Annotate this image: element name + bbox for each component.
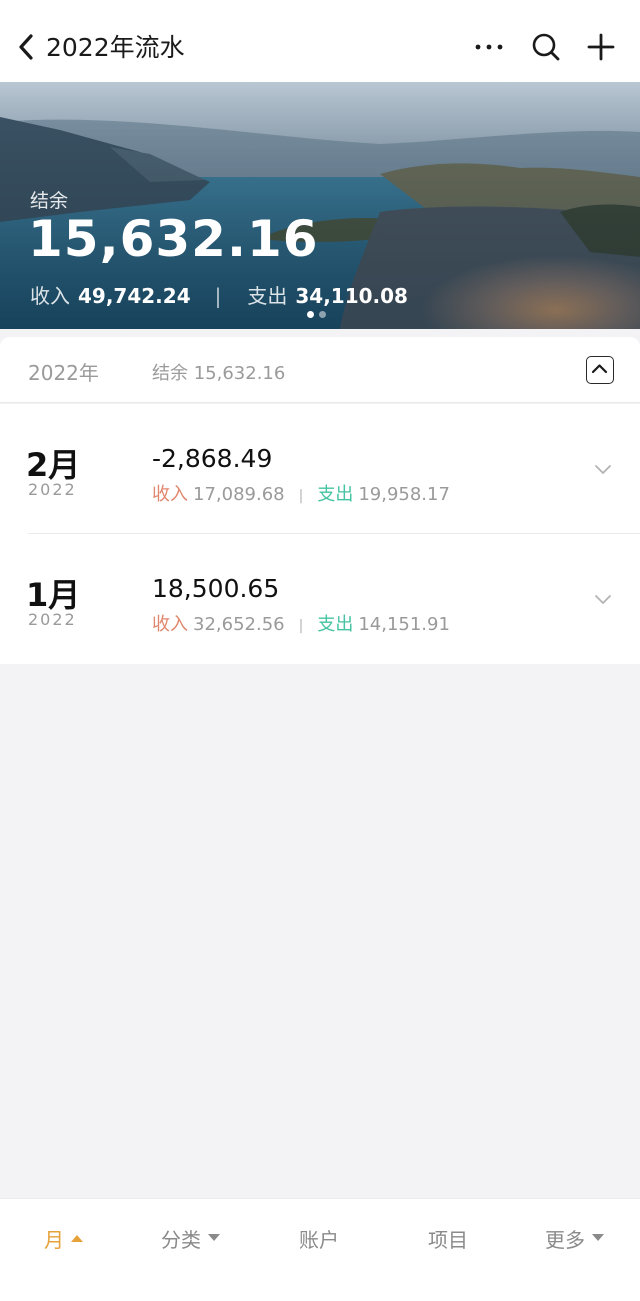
- tab-more[interactable]: 更多: [545, 1223, 605, 1253]
- balance-label: 结余: [30, 190, 69, 212]
- detail-separator: |: [298, 488, 304, 504]
- income-label: 收入: [152, 484, 188, 505]
- income-amount: 32,652.56: [193, 614, 285, 635]
- carousel-dot[interactable]: [319, 311, 326, 318]
- chevron-down-icon[interactable]: [592, 592, 614, 606]
- tab-month-label: 月: [44, 1227, 64, 1252]
- tab-account[interactable]: 账户: [299, 1223, 339, 1253]
- tab-project[interactable]: 项目: [428, 1223, 468, 1253]
- detail-separator: |: [298, 618, 304, 634]
- expense-amount: 19,958.17: [358, 484, 450, 505]
- triangle-up-icon: [71, 1235, 83, 1242]
- income-amount: 49,742.24: [78, 284, 191, 308]
- expense-amount: 14,151.91: [358, 614, 450, 635]
- summary-separator: |: [214, 284, 222, 308]
- expense-amount: 34,110.08: [295, 284, 408, 308]
- tab-project-label: 项目: [428, 1227, 468, 1252]
- month-income-expense: 收入 32,652.56 | 支出 14,151.91: [152, 610, 450, 636]
- search-icon[interactable]: [529, 30, 563, 64]
- income-amount: 17,089.68: [193, 484, 285, 505]
- chevron-up-icon: [591, 364, 608, 374]
- collapse-button[interactable]: [586, 356, 614, 384]
- triangle-down-icon: [592, 1234, 604, 1241]
- more-icon[interactable]: [472, 30, 506, 64]
- tab-more-label: 更多: [545, 1227, 585, 1252]
- carousel-indicator: [307, 311, 326, 318]
- income-label: 收入: [152, 614, 188, 635]
- month-row[interactable]: 2月 2022 -2,868.49 收入 17,089.68 | 支出 19,9…: [0, 404, 640, 534]
- tab-category[interactable]: 分类: [161, 1223, 221, 1253]
- expense-label: 支出: [317, 614, 354, 635]
- year-label: 2022年: [28, 361, 99, 385]
- flow-page: 2022年流水 结余 15,632.16 收入 49,742.24 | 支出 3…: [0, 0, 640, 1301]
- back-icon[interactable]: [14, 30, 40, 64]
- balance-amount: 15,632.16: [28, 210, 319, 268]
- tab-category-label: 分类: [161, 1227, 201, 1252]
- month-income-expense: 收入 17,089.68 | 支出 19,958.17: [152, 480, 450, 506]
- triangle-down-icon: [208, 1234, 220, 1241]
- month-year: 2022: [28, 610, 77, 629]
- chevron-down-icon[interactable]: [592, 462, 614, 476]
- add-icon[interactable]: [584, 30, 618, 64]
- income-expense-summary: 收入 49,742.24 | 支出 34,110.08: [30, 280, 408, 309]
- top-bar: 2022年流水: [0, 0, 640, 82]
- year-header[interactable]: 2022年 结余 15,632.16: [0, 337, 640, 403]
- summary-banner[interactable]: 结余 15,632.16 收入 49,742.24 | 支出 34,110.08: [0, 82, 640, 329]
- expense-label: 支出: [317, 484, 354, 505]
- month-year: 2022: [28, 480, 77, 499]
- expense-label: 支出: [247, 284, 288, 308]
- income-label: 收入: [30, 284, 70, 308]
- carousel-dot[interactable]: [307, 311, 314, 318]
- month-balance: 18,500.65: [152, 574, 280, 603]
- tab-month[interactable]: 月: [44, 1223, 84, 1253]
- page-title: 2022年流水: [46, 33, 185, 62]
- month-row[interactable]: 1月 2022 18,500.65 收入 32,652.56 | 支出 14,1…: [0, 534, 640, 664]
- month-balance: -2,868.49: [152, 444, 273, 473]
- bottom-tab-bar: 月 分类 账户 项目 更多: [0, 1198, 640, 1301]
- year-balance: 结余 15,632.16: [152, 363, 286, 384]
- tab-account-label: 账户: [299, 1227, 339, 1252]
